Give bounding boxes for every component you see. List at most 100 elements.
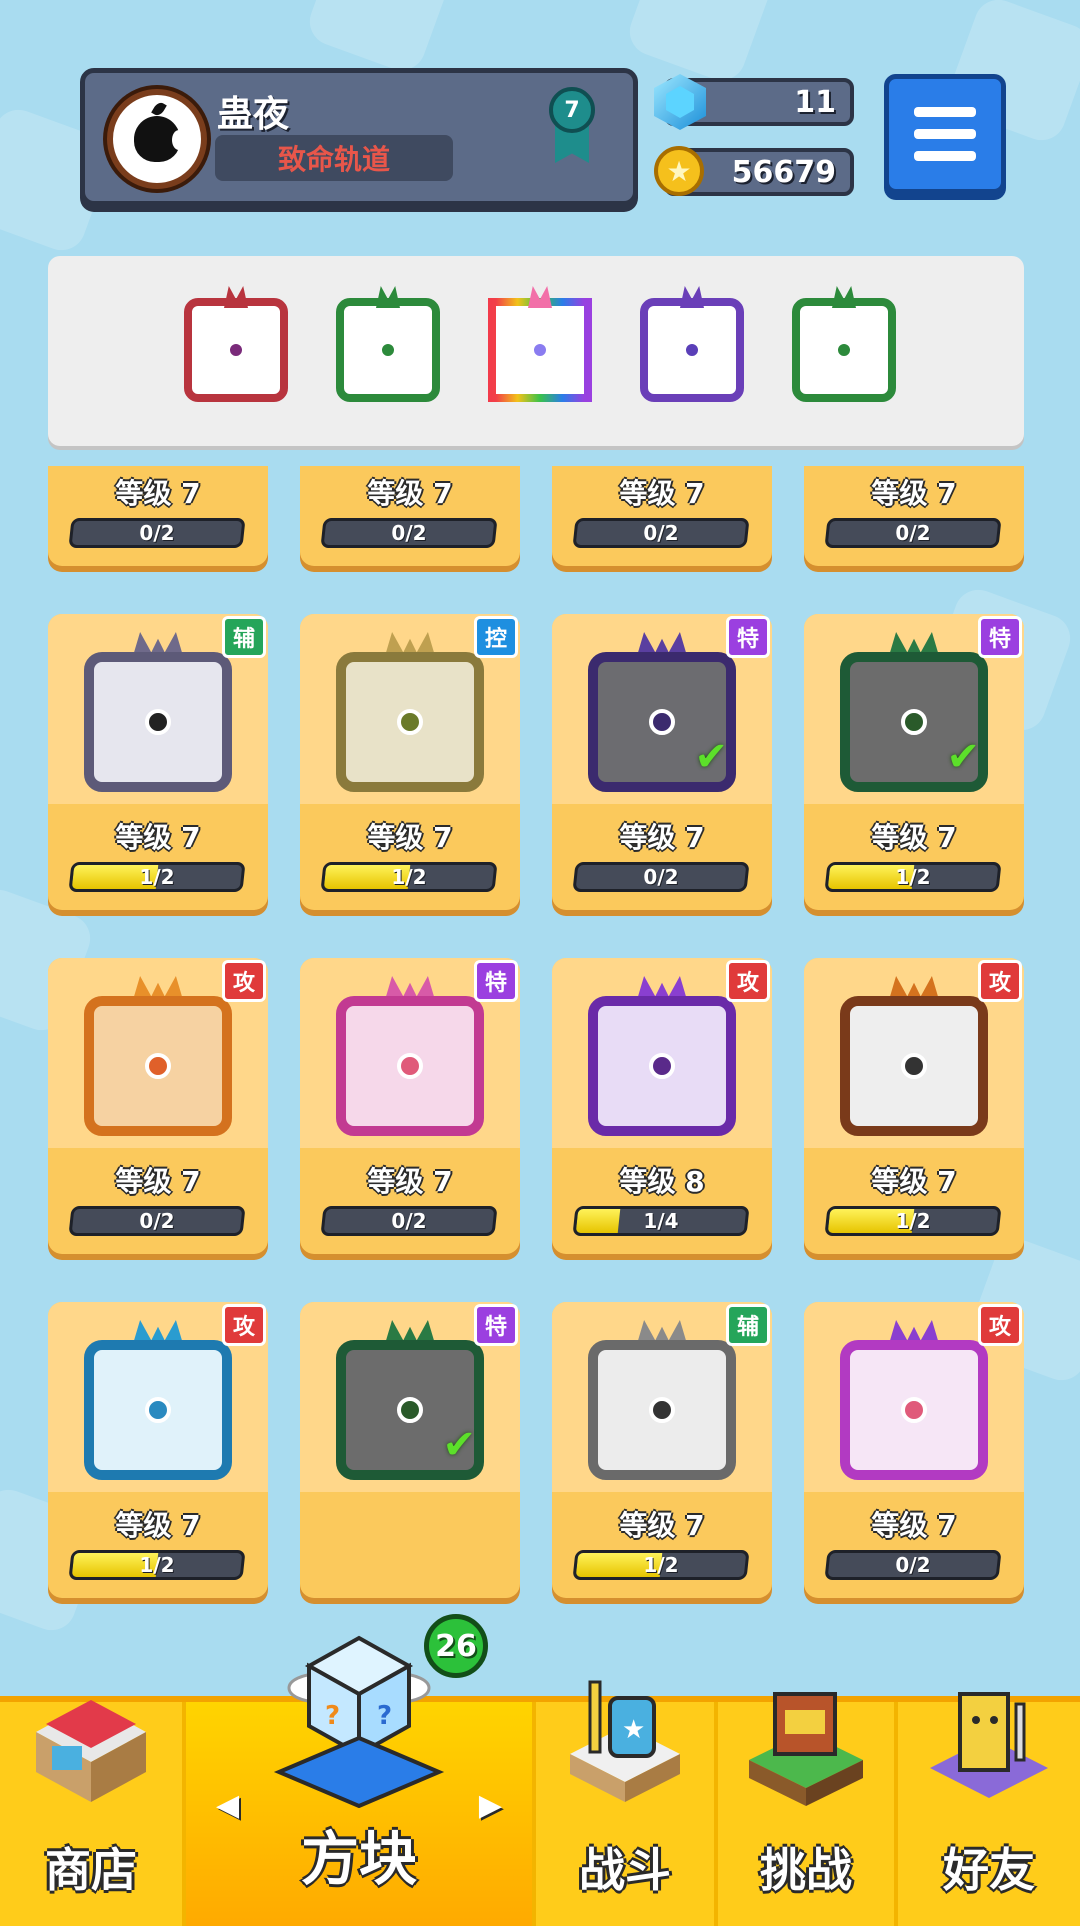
coin-amount: 56679 bbox=[731, 154, 836, 190]
gravity-dice-slot[interactable] bbox=[640, 286, 744, 402]
svg-text:?: ? bbox=[377, 1701, 392, 1731]
upgrade-progress-bar: 0/2 bbox=[824, 518, 1002, 548]
upgrade-progress-bar: 0/2 bbox=[68, 1206, 246, 1236]
saw-dice-slot[interactable] bbox=[184, 286, 288, 402]
progress-label: 1/2 bbox=[643, 1553, 679, 1577]
dice-type-badge: 攻 bbox=[222, 1304, 266, 1346]
dice-face-icon bbox=[84, 1340, 232, 1480]
progress-label: 0/2 bbox=[895, 1553, 931, 1577]
dice-face-icon bbox=[84, 996, 232, 1136]
hex-dice-slot[interactable] bbox=[792, 286, 896, 402]
progress-label: 0/2 bbox=[391, 1209, 427, 1233]
dice-face-icon bbox=[588, 1340, 736, 1480]
tab-battle[interactable]: ★ 战斗 bbox=[536, 1680, 718, 1926]
dice-card[interactable]: 攻等级 7 0/2 bbox=[804, 1302, 1024, 1598]
mimic-dice-slot[interactable] bbox=[488, 286, 592, 402]
dice-type-badge: 攻 bbox=[726, 960, 770, 1002]
dice-loadout-panel bbox=[48, 256, 1024, 446]
dice-card[interactable]: 等级 7 0/2 bbox=[48, 466, 268, 566]
dice-level: 等级 7 bbox=[115, 1509, 201, 1542]
dice-card[interactable]: 攻等级 7 0/2 bbox=[48, 958, 268, 1254]
upgrade-progress-bar: 0/2 bbox=[320, 1206, 498, 1236]
coin-star-icon: ★ bbox=[654, 146, 704, 196]
progress-label: 0/2 bbox=[139, 1209, 175, 1233]
friends-character-icon bbox=[930, 1692, 1048, 1798]
upgrade-progress-bar: 1/4 bbox=[572, 1206, 750, 1236]
shop-icon bbox=[36, 1700, 146, 1802]
dice-card[interactable]: 攻等级 7 1/2 bbox=[48, 1302, 268, 1598]
player-name: 蛊夜 bbox=[217, 94, 290, 135]
gem-amount: 11 bbox=[794, 84, 836, 120]
progress-label: 1/2 bbox=[391, 865, 427, 889]
dice-card[interactable]: 等级 7 0/2 bbox=[552, 466, 772, 566]
upgrade-progress-bar: 1/2 bbox=[824, 1206, 1002, 1236]
upgrade-progress-bar: 1/2 bbox=[572, 1550, 750, 1580]
dragon-horn-icon bbox=[224, 286, 248, 308]
progress-label: 1/2 bbox=[895, 1209, 931, 1233]
dice-face-icon bbox=[840, 996, 988, 1136]
dice-face-icon bbox=[84, 652, 232, 792]
tab-challenge[interactable]: 挑战 bbox=[718, 1692, 898, 1926]
dice-card[interactable]: ✔ 特等级 7 0/2 bbox=[552, 614, 772, 910]
dice-card[interactable]: 等级 7 0/2 bbox=[804, 466, 1024, 566]
dice-pip bbox=[379, 341, 397, 359]
upgrade-progress-bar: 0/2 bbox=[320, 518, 498, 548]
dice-card[interactable]: 攻等级 8 1/4 bbox=[552, 958, 772, 1254]
dice-level: 等级 7 bbox=[871, 1509, 957, 1542]
tab-shop[interactable]: 商店 bbox=[0, 1700, 186, 1926]
dice-card[interactable]: 辅等级 7 1/2 bbox=[552, 1302, 772, 1598]
dice-type-badge: 特 bbox=[474, 960, 518, 1002]
dice-pip bbox=[901, 709, 927, 735]
tab-battle-label: 战斗 bbox=[579, 1843, 671, 1897]
poison-dice-slot[interactable] bbox=[336, 286, 440, 402]
bottom-nav: 商店 ? ? ◀ ▶ 方块 ★ 战斗 挑战 好友 bbox=[0, 1635, 1080, 1926]
menu-button[interactable] bbox=[884, 74, 1006, 194]
dice-type-badge: 辅 bbox=[726, 1304, 770, 1346]
player-profile-panel[interactable]: 蛊夜 致命轨道 7 bbox=[80, 68, 638, 206]
dice-pip bbox=[227, 341, 245, 359]
dice-level: 等级 7 bbox=[367, 477, 453, 510]
dice-card[interactable]: ✔ 特 bbox=[300, 1302, 520, 1598]
dice-card[interactable]: ✔ 特等级 7 1/2 bbox=[804, 614, 1024, 910]
equipped-check-icon: ✔ bbox=[442, 1422, 476, 1468]
dice-card[interactable]: 特等级 7 0/2 bbox=[300, 958, 520, 1254]
dragon-horn-icon bbox=[680, 286, 704, 308]
dragon-horn-icon bbox=[832, 286, 856, 308]
dice-pip bbox=[145, 1053, 171, 1079]
upgrade-progress-bar: 0/2 bbox=[572, 862, 750, 892]
dice-type-badge: 辅 bbox=[222, 616, 266, 658]
new-dice-count-badge: 26 bbox=[424, 1614, 488, 1678]
sword-shield-icon: ★ bbox=[570, 1680, 680, 1802]
dice-face-icon: ✔ bbox=[588, 652, 736, 792]
dice-level: 等级 7 bbox=[115, 1165, 201, 1198]
dice-type-badge: 控 bbox=[474, 616, 518, 658]
hamburger-icon-line bbox=[914, 129, 976, 139]
dice-card[interactable]: 攻等级 7 1/2 bbox=[804, 958, 1024, 1254]
progress-label: 0/2 bbox=[139, 521, 175, 545]
dice-level: 等级 7 bbox=[115, 821, 201, 854]
dice-level: 等级 7 bbox=[619, 821, 705, 854]
dice-pip bbox=[649, 709, 675, 735]
challenge-sign-icon bbox=[749, 1692, 863, 1806]
dice-pip bbox=[397, 709, 423, 735]
dice-type-badge: 攻 bbox=[978, 1304, 1022, 1346]
dice-card[interactable]: 控等级 7 1/2 bbox=[300, 614, 520, 910]
tab-dice-label: 方块 bbox=[300, 1825, 417, 1893]
dice-card[interactable]: 辅等级 7 1/2 bbox=[48, 614, 268, 910]
dice-card[interactable]: 等级 7 0/2 bbox=[300, 466, 520, 566]
rank-ribbon-icon[interactable]: 7 bbox=[545, 87, 599, 167]
dice-level: 等级 7 bbox=[619, 1509, 705, 1542]
progress-label: 1/2 bbox=[139, 865, 175, 889]
upgrade-progress-bar: 0/2 bbox=[824, 1550, 1002, 1580]
progress-label: 1/2 bbox=[139, 1553, 175, 1577]
apple-icon bbox=[134, 116, 186, 162]
tab-shop-label: 商店 bbox=[45, 1843, 137, 1897]
avatar[interactable] bbox=[107, 89, 207, 189]
dice-collection-grid[interactable]: 等级 7 0/2 等级 7 0/2 等级 7 0/2 等级 7 0/2 辅等级 7 1/2 控等级 … bbox=[0, 466, 1080, 1696]
tab-friends[interactable]: 好友 bbox=[898, 1692, 1080, 1926]
dice-pip bbox=[649, 1053, 675, 1079]
tab-dice[interactable]: ? ? ◀ ▶ 方块 bbox=[186, 1635, 536, 1926]
upgrade-progress-bar: 0/2 bbox=[572, 518, 750, 548]
upgrade-progress-bar: 0/2 bbox=[68, 518, 246, 548]
dice-pip bbox=[397, 1397, 423, 1423]
